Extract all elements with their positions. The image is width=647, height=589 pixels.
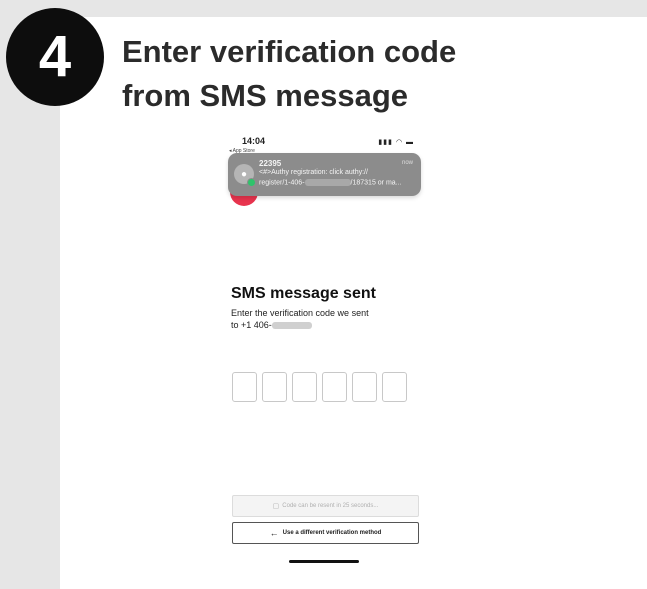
verification-code-input-group	[232, 372, 407, 402]
notification-time: now	[401, 160, 413, 166]
different-method-button[interactable]: ← Use a different verification method	[232, 522, 419, 544]
code-digit-4[interactable]	[322, 372, 347, 402]
code-digit-2[interactable]	[262, 372, 287, 402]
code-digit-6[interactable]	[382, 372, 407, 402]
sms-sent-heading: SMS message sent	[231, 285, 376, 302]
messages-app-dot	[247, 178, 256, 187]
code-digit-3[interactable]	[292, 372, 317, 402]
step-title-line1: Enter verification code	[122, 34, 457, 69]
notification-sender: 22395	[259, 159, 282, 168]
battery-icon: ▬	[406, 139, 414, 146]
step-title-line2: from SMS message	[122, 78, 408, 113]
notification-text-line2: register/1-406- /187315 or ma...	[259, 179, 402, 186]
status-time: 14:04	[242, 136, 266, 146]
redacted-number	[304, 179, 351, 186]
resend-code-button[interactable]: ▢ Code can be resent in 25 seconds...	[232, 495, 419, 517]
notification-text-line1: <#>Authy registration: click authy://	[259, 169, 368, 176]
sms-sent-phone-line: to +1 406-	[231, 320, 312, 330]
phone-prefix: to +1 406-	[231, 320, 272, 330]
step-number: 4	[38, 24, 72, 89]
different-method-label: Use a different verification method	[282, 530, 382, 536]
top-background	[0, 0, 647, 17]
sms-sent-description: Enter the verification code we sent	[231, 308, 369, 318]
sms-notification-banner[interactable]: ● 22395 now <#>Authy registration: click…	[228, 153, 421, 196]
step-number-badge: 4	[6, 8, 104, 106]
wifi-icon: ◠	[395, 139, 404, 146]
notification-text-suffix: /187315 or ma...	[350, 179, 402, 187]
code-digit-1[interactable]	[232, 372, 257, 402]
code-digit-5[interactable]	[352, 372, 377, 402]
redacted-phone-number	[271, 322, 312, 330]
chat-bubble-icon: ▢	[272, 503, 280, 510]
signal-icon: ▮▮▮	[378, 139, 393, 146]
step-title: Enter verification code from SMS message	[122, 30, 542, 118]
home-indicator	[289, 560, 359, 563]
resend-code-label: Code can be resent in 25 seconds...	[282, 503, 379, 509]
arrow-left-icon: ←	[269, 528, 279, 538]
notification-text-prefix: register/1-406-	[259, 179, 305, 187]
status-icons: ▮▮▮ ◠ ▬	[378, 138, 414, 146]
